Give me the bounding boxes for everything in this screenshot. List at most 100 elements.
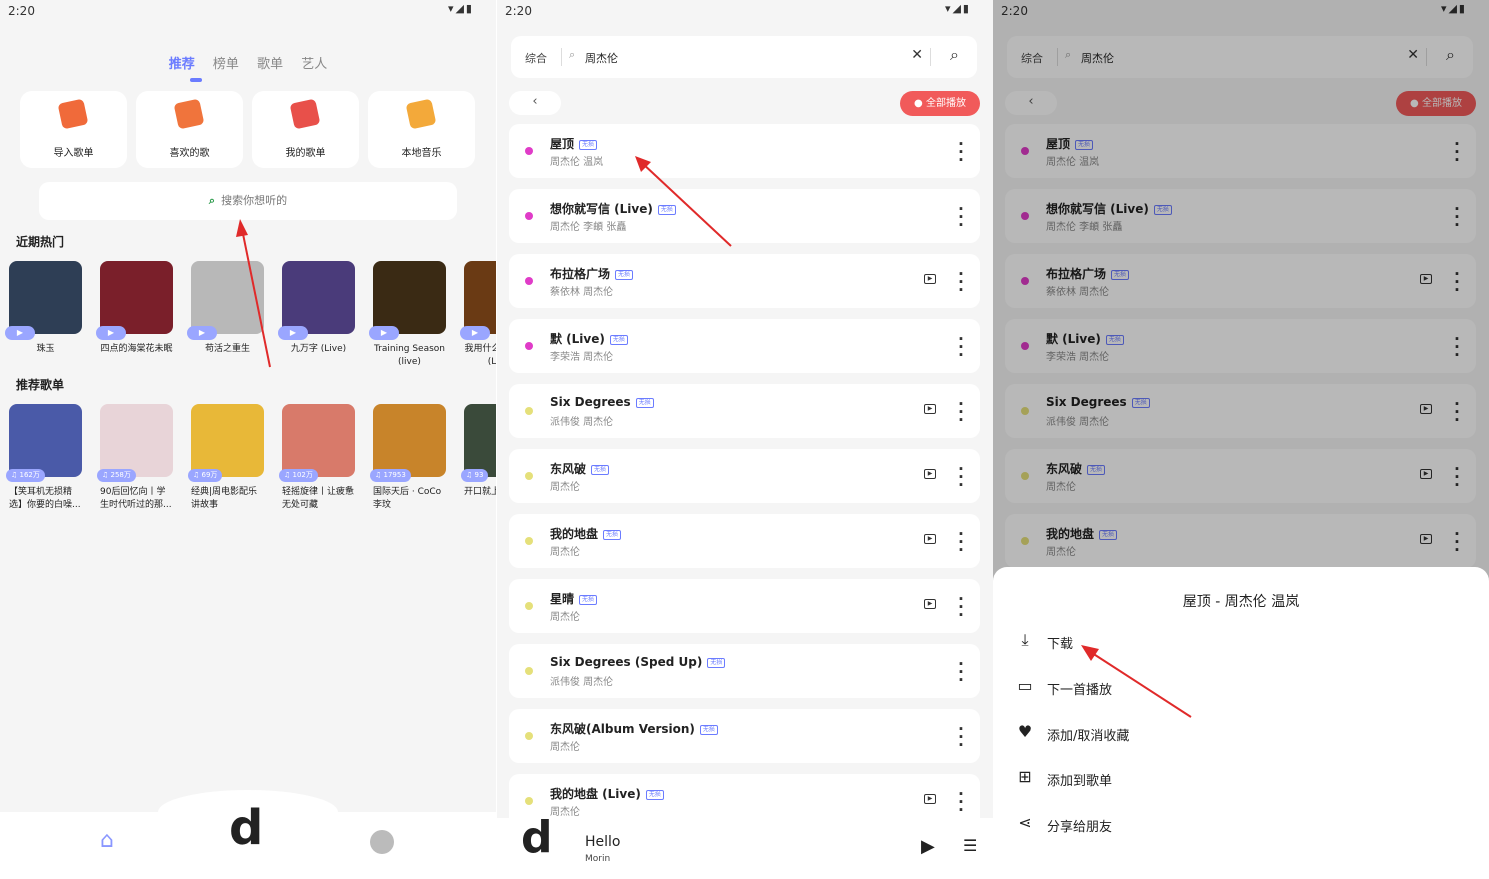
play-icon[interactable]: ▶ xyxy=(187,326,217,340)
download-icon: ⤓ xyxy=(1021,630,1029,649)
search-query[interactable]: 周杰伦 xyxy=(585,50,618,66)
play-all-button[interactable]: ● 全部播放 xyxy=(900,91,980,116)
song-title-line: 布拉格广场 无损 xyxy=(550,265,634,282)
mv-icon[interactable]: ▶ xyxy=(924,534,936,544)
play-count: ♫ 69万 xyxy=(188,469,223,482)
song-title: 默 (Live) xyxy=(550,332,605,346)
mv-icon[interactable]: ▶ xyxy=(924,599,936,609)
status-icons: ▾◢▮ xyxy=(447,2,474,15)
play-count: ♫ 162万 xyxy=(6,469,45,482)
song-title-line: 屋顶 无损 xyxy=(550,135,598,152)
hot-list: ▶ 珠玉 ▶ 四点的海棠花未眠 ▶ 苟活之重生 ▶ 九万字 (Live) ▶ Training S… xyxy=(5,261,496,369)
play-icon[interactable]: ▶ xyxy=(5,326,35,340)
more-icon[interactable]: · · · xyxy=(958,527,964,558)
hot-item[interactable]: ▶ 九万字 (Live) xyxy=(278,261,355,369)
add-box-icon: ⊞ xyxy=(1018,767,1032,786)
song-row[interactable]: 屋顶 无损 周杰伦 温岚 · · · xyxy=(509,124,980,178)
more-icon[interactable]: · · · xyxy=(958,267,964,298)
song-row[interactable]: 东风破 无损 周杰伦 ▶ · · · xyxy=(509,449,980,503)
quick-card[interactable]: 喜欢的歌 xyxy=(136,91,243,168)
more-icon[interactable]: · · · xyxy=(958,787,964,818)
song-title-line: 默 (Live) 无损 xyxy=(550,330,628,347)
song-row[interactable]: 想你就写信 (Live) 无损 周杰伦 李頔 张矗 · · · xyxy=(509,189,980,243)
play-icon[interactable]: ▶ xyxy=(96,326,126,340)
play-icon[interactable]: ▶ xyxy=(460,326,490,340)
more-icon[interactable]: · · · xyxy=(958,462,964,493)
mv-icon[interactable]: ▶ xyxy=(924,469,936,479)
song-title-line: 想你就写信 (Live) 无损 xyxy=(550,200,676,217)
queue-icon[interactable]: ☰ xyxy=(963,836,977,855)
mv-icon[interactable]: ▶ xyxy=(924,404,936,414)
song-title: Six Degrees xyxy=(550,395,631,409)
card-icon xyxy=(405,98,437,130)
more-icon[interactable]: · · · xyxy=(958,137,964,168)
playlist-item[interactable]: ♫ 162万 【笑耳机无损精选】你要的白噪... xyxy=(6,404,82,512)
clear-icon[interactable]: ✕ xyxy=(911,47,923,63)
back-button[interactable]: ‹ xyxy=(509,91,561,115)
song-row[interactable]: Six Degrees (Sped Up) 无损 派伟俊 周杰伦 · · · xyxy=(509,644,980,698)
headphones-icon: ♫ xyxy=(466,471,475,479)
cover-image: ▶ xyxy=(96,261,173,340)
song-list: 屋顶 无损 周杰伦 温岚 · · · 想你就写信 (Live) 无损 周杰伦 李頔 张矗 · · · 布… xyxy=(509,124,980,839)
hot-item-label: 苟活之重生 xyxy=(204,344,250,354)
quality-dot xyxy=(525,342,533,350)
song-artist: 周杰伦 xyxy=(550,742,580,753)
card-label: 本地音乐 xyxy=(401,148,442,159)
home-icon[interactable]: ⌂ xyxy=(100,828,114,853)
quality-dot xyxy=(525,537,533,545)
quick-card[interactable]: 导入歌单 xyxy=(20,91,127,168)
tab-charts[interactable]: 榜单 xyxy=(213,53,239,72)
hot-item[interactable]: ▶ 四点的海棠花未眠 xyxy=(96,261,173,369)
playlist-item[interactable]: ♫ 93 开口就上欧美 xyxy=(461,404,496,512)
song-row[interactable]: Six Degrees 无损 派伟俊 周杰伦 ▶ · · · xyxy=(509,384,980,438)
tab-playlists[interactable]: 歌单 xyxy=(257,53,283,72)
tab-indicator xyxy=(190,78,202,82)
song-title-line: 东风破 无损 xyxy=(550,460,610,477)
search-category[interactable]: 综合 xyxy=(525,50,547,66)
card-icon xyxy=(289,98,321,130)
play-icon[interactable]: ▶ xyxy=(278,326,308,340)
cover-image: ♫ 93 xyxy=(461,404,496,482)
sheet-item-label: 添加/取消收藏 xyxy=(1047,729,1130,744)
song-title-line: Six Degrees (Sped Up) 无损 xyxy=(550,655,726,669)
more-icon[interactable]: · · · xyxy=(958,397,964,428)
user-icon[interactable] xyxy=(370,830,394,854)
song-row[interactable]: 我的地盘 无损 周杰伦 ▶ · · · xyxy=(509,514,980,568)
playlist-item[interactable]: ♫ 102万 轻摇旋律丨让疲惫无处可藏 xyxy=(279,404,355,512)
more-icon[interactable]: · · · xyxy=(958,202,964,233)
song-title: 想你就写信 (Live) xyxy=(550,202,653,216)
mv-icon[interactable]: ▶ xyxy=(924,794,936,804)
tab-artists[interactable]: 艺人 xyxy=(301,53,327,72)
playlist-item[interactable]: ♫ 258万 90后回忆向丨学生时代听过的那... xyxy=(97,404,173,512)
quality-dot xyxy=(525,277,533,285)
app-logo-icon[interactable]: d xyxy=(229,800,263,856)
search-bar[interactable]: ⌕ 搜索你想听的 xyxy=(39,182,457,220)
search-submit-icon[interactable]: ⌕ xyxy=(950,45,959,65)
tab-recommend[interactable]: 推荐 xyxy=(169,53,195,72)
play-icon[interactable]: ▶ xyxy=(369,326,399,340)
playlist-item[interactable]: ♫ 17953 国际天后 · CoCo 李玟 xyxy=(370,404,446,512)
search-field[interactable]: 综合 ⌕ 周杰伦 ✕ ⌕ xyxy=(511,36,977,78)
song-row[interactable]: 星晴 无损 周杰伦 ▶ · · · xyxy=(509,579,980,633)
play-icon[interactable]: ▶ xyxy=(921,836,935,857)
more-icon[interactable]: · · · xyxy=(958,657,964,688)
more-icon[interactable]: · · · xyxy=(958,332,964,363)
quick-card[interactable]: 本地音乐 xyxy=(368,91,475,168)
lossless-badge: 无损 xyxy=(699,725,718,735)
hot-item[interactable]: ▶ Training Season (live) xyxy=(369,261,446,369)
hot-item[interactable]: ▶ 我用什么把你留住 (Live) xyxy=(460,261,496,369)
playlist-item[interactable]: ♫ 69万 经典|周电影配乐讲故事 xyxy=(188,404,264,512)
mini-player[interactable]: d Hello Morin ▶ ☰ xyxy=(497,812,993,879)
song-row[interactable]: 东风破(Album Version) 无损周杰伦 · · · xyxy=(509,709,980,763)
more-icon[interactable]: · · · xyxy=(958,722,964,753)
mv-icon[interactable]: ▶ xyxy=(924,274,936,284)
hot-item[interactable]: ▶ 苟活之重生 xyxy=(187,261,264,369)
more-icon[interactable]: · · · xyxy=(958,592,964,623)
quick-card[interactable]: 我的歌单 xyxy=(252,91,359,168)
song-row[interactable]: 布拉格广场 无损 蔡依林 周杰伦 ▶ · · · xyxy=(509,254,980,308)
app-logo-icon: d xyxy=(521,812,553,863)
song-artist: 周杰伦 xyxy=(550,612,580,623)
song-row[interactable]: 默 (Live) 无损 李荣浩 周杰伦 · · · xyxy=(509,319,980,373)
hot-item[interactable]: ▶ 珠玉 xyxy=(5,261,82,369)
song-title-line: 东风破(Album Version) 无损 xyxy=(550,720,718,737)
